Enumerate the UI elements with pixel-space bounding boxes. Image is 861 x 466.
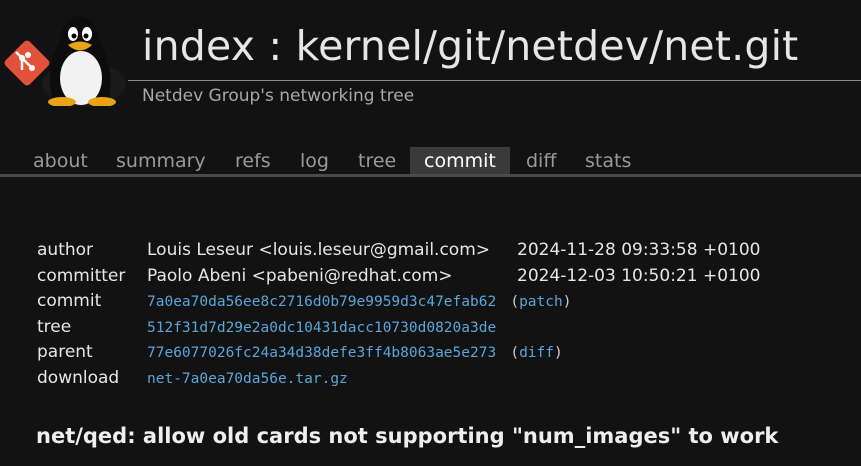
paren-close: )	[554, 345, 563, 361]
commit-label: commit	[37, 291, 102, 311]
commit-subject: net/qed: allow old cards not supporting …	[36, 424, 779, 448]
title-bar: index : kernel/git/netdev/net.git	[128, 22, 861, 81]
tab-tree[interactable]: tree	[344, 147, 410, 174]
parent-hash-link[interactable]: 77e6077026fc24a34d38defe3ff4b8063ae5e273	[147, 345, 496, 361]
parent-label: parent	[37, 342, 93, 362]
diff-link[interactable]: diff	[519, 345, 554, 361]
page: index : kernel/git/netdev/net.git Netdev…	[0, 0, 861, 466]
paren-close: )	[562, 294, 572, 310]
author-value: Louis Leseur <louis.leseur@gmail.com>	[147, 240, 491, 260]
tab-refs[interactable]: refs	[221, 147, 285, 174]
site-logo[interactable]	[4, 12, 128, 107]
author-label: author	[37, 240, 94, 260]
committer-label: committer	[37, 266, 126, 286]
commit-hash-wrap: 7a0ea70da56ee8c2716d0b79e9959d3c47efab62…	[147, 291, 571, 312]
committer-value: Paolo Abeni <pabeni@redhat.com>	[147, 266, 453, 286]
paren-open: (	[501, 345, 520, 361]
patch-link[interactable]: patch	[519, 294, 563, 310]
committer-date: 2024-12-03 10:50:21 +0100	[517, 266, 761, 286]
nav-tabs: about summary refs log tree commit diff …	[0, 147, 861, 177]
tab-stats[interactable]: stats	[571, 147, 645, 174]
tab-summary[interactable]: summary	[102, 147, 220, 174]
repo-title[interactable]: index : kernel/git/netdev/net.git	[142, 22, 798, 70]
tab-about[interactable]: about	[19, 147, 102, 174]
tux-penguin-icon	[42, 16, 126, 107]
tab-diff[interactable]: diff	[512, 147, 570, 174]
download-link[interactable]: net-7a0ea70da56e.tar.gz	[147, 371, 348, 387]
download-wrap: net-7a0ea70da56e.tar.gz	[147, 368, 348, 389]
tab-commit[interactable]: commit	[410, 147, 510, 174]
tab-log[interactable]: log	[286, 147, 343, 174]
author-date: 2024-11-28 09:33:58 +0100	[517, 240, 761, 260]
tree-hash-link[interactable]: 512f31d7d29e2a0dc10431dacc10730d0820a3de	[147, 320, 496, 336]
commit-hash-link[interactable]: 7a0ea70da56ee8c2716d0b79e9959d3c47efab62	[147, 294, 496, 310]
download-label: download	[37, 368, 120, 388]
parent-hash-wrap: 77e6077026fc24a34d38defe3ff4b8063ae5e273…	[147, 342, 563, 363]
tree-hash-wrap: 512f31d7d29e2a0dc10431dacc10730d0820a3de	[147, 317, 496, 338]
tree-label: tree	[37, 317, 72, 337]
paren-open: (	[501, 294, 520, 310]
repo-description: Netdev Group's networking tree	[142, 86, 415, 106]
